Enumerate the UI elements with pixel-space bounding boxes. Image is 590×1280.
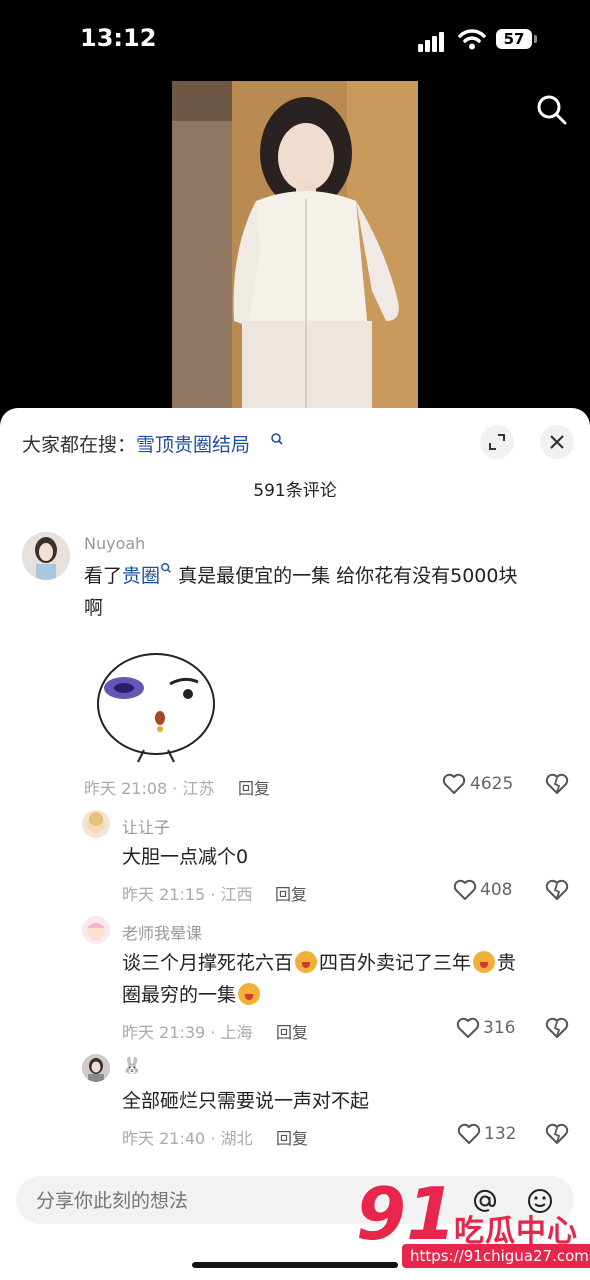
comment-text: 看了贵圈 真是最便宜的一集 给你花有没有5000块 啊 bbox=[84, 560, 574, 624]
avatar[interactable] bbox=[82, 810, 110, 838]
search-small-icon bbox=[271, 433, 283, 445]
video-frame-image bbox=[172, 81, 418, 411]
reply-text-line2: 圈最穷的一集 bbox=[122, 984, 237, 1006]
like-count: 132 bbox=[484, 1124, 517, 1144]
reply-text-part: 四百外卖记了三年 bbox=[319, 952, 472, 974]
reply-button[interactable]: 回复 bbox=[276, 1125, 308, 1149]
reply-username[interactable]: 🐰 bbox=[122, 1056, 142, 1075]
reply-text: 全部砸烂只需要说一声对不起 bbox=[122, 1090, 370, 1112]
hot-search-prefix: 大家都在搜： bbox=[22, 434, 137, 456]
like-icon[interactable] bbox=[442, 773, 466, 795]
search-small-icon bbox=[161, 563, 171, 573]
status-bar: 13:12 57 bbox=[0, 0, 590, 80]
reply-button[interactable]: 回复 bbox=[276, 1019, 308, 1043]
reply-meta: 昨天 21:39 · 上海 bbox=[122, 1023, 253, 1042]
reply-text-part: 谈三个月撑死花六百 bbox=[122, 952, 294, 974]
angry-emoji-icon bbox=[295, 951, 318, 973]
dislike-icon[interactable] bbox=[545, 879, 569, 901]
like-icon[interactable] bbox=[453, 879, 477, 901]
like-icon[interactable] bbox=[457, 1123, 481, 1145]
status-time: 13:12 bbox=[80, 24, 157, 52]
reply-text: 大胆一点减个0 bbox=[122, 846, 249, 868]
dislike-icon[interactable] bbox=[545, 773, 569, 795]
reply-username[interactable]: 老师我晕课 bbox=[122, 920, 202, 944]
signal-icon bbox=[418, 32, 446, 52]
reply-button[interactable]: 回复 bbox=[238, 775, 270, 799]
comment-count: 591条评论 bbox=[253, 481, 337, 501]
hot-search-term[interactable]: 雪顶贵圈结局 bbox=[136, 434, 250, 456]
watermark-url: https://91chigua27.com bbox=[402, 1244, 590, 1268]
avatar[interactable] bbox=[82, 916, 110, 944]
avatar[interactable] bbox=[82, 1054, 110, 1082]
angry-emoji-icon bbox=[473, 951, 496, 973]
comment-text-line2: 啊 bbox=[84, 597, 104, 619]
expand-button[interactable] bbox=[480, 425, 514, 459]
reply-text: 谈三个月撑死花六百 四百外卖记了三年 贵 圈最穷的一集 bbox=[122, 947, 572, 1011]
comment-meta: 昨天 21:08 · 江苏 bbox=[84, 779, 215, 798]
comment-text-part: 看了 bbox=[84, 565, 123, 587]
comment-link[interactable]: 贵圈 bbox=[122, 565, 160, 587]
watermark-number: 91 bbox=[356, 1172, 457, 1256]
close-icon bbox=[550, 435, 564, 449]
sticker-image[interactable] bbox=[88, 632, 228, 764]
hot-search[interactable]: 大家都在搜：雪顶贵圈结局 bbox=[22, 430, 250, 457]
reply-text-part: 贵 bbox=[497, 952, 517, 974]
battery-tip bbox=[534, 35, 537, 43]
avatar-image bbox=[82, 810, 110, 838]
avatar[interactable] bbox=[22, 532, 70, 580]
avatar-image bbox=[82, 1054, 110, 1082]
video-player[interactable] bbox=[172, 81, 418, 411]
avatar-image bbox=[82, 916, 110, 944]
like-count: 316 bbox=[483, 1018, 516, 1038]
angry-emoji-icon bbox=[238, 983, 261, 1005]
close-button[interactable] bbox=[540, 425, 574, 459]
wifi-icon bbox=[458, 29, 486, 50]
reply-meta: 昨天 21:15 · 江西 bbox=[122, 885, 253, 904]
dislike-icon[interactable] bbox=[545, 1123, 569, 1145]
reply-username[interactable]: 让让子 bbox=[122, 814, 170, 838]
home-indicator bbox=[192, 1262, 398, 1268]
like-count: 4625 bbox=[470, 774, 514, 794]
battery-level: 57 bbox=[496, 29, 532, 49]
search-icon[interactable] bbox=[536, 94, 568, 126]
dislike-icon[interactable] bbox=[545, 1017, 569, 1039]
comment-text-part: 真是最便宜的一集 给你花有没有5000块 bbox=[172, 565, 518, 587]
comment-input[interactable] bbox=[34, 1176, 358, 1226]
like-icon[interactable] bbox=[456, 1017, 480, 1039]
comment-username[interactable]: Nuyoah bbox=[84, 534, 145, 553]
avatar-image bbox=[22, 532, 70, 580]
like-count: 408 bbox=[480, 880, 513, 900]
reply-button[interactable]: 回复 bbox=[275, 881, 307, 905]
expand-icon bbox=[489, 434, 505, 450]
reply-meta: 昨天 21:40 · 湖北 bbox=[122, 1129, 253, 1148]
